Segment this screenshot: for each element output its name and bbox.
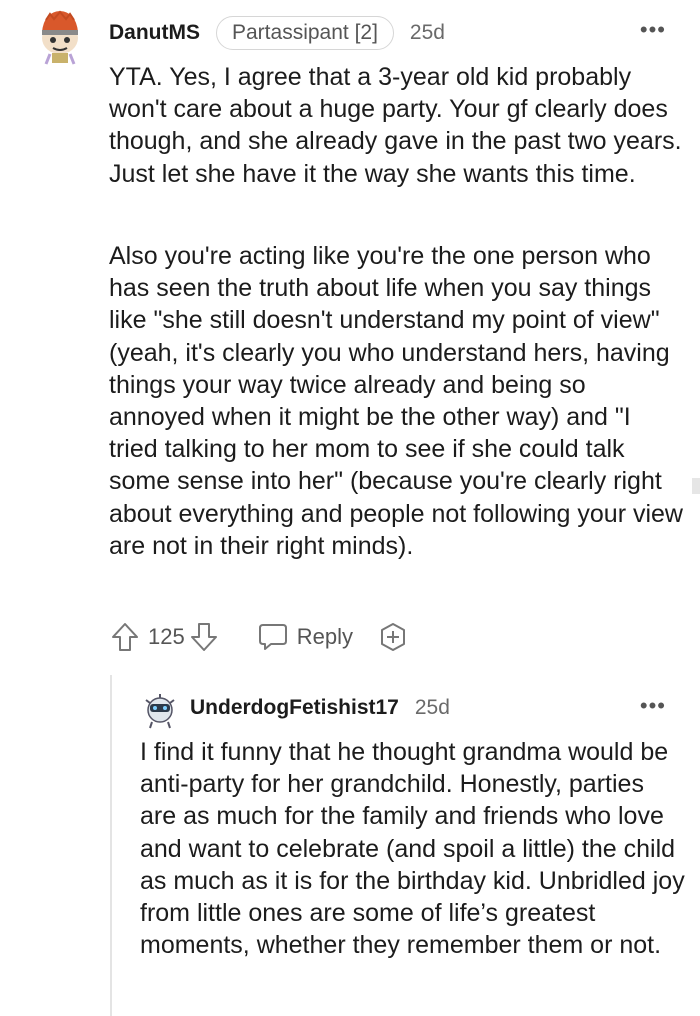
reply-button[interactable]: Reply (257, 622, 353, 652)
reply-header: UnderdogFetishist17 25d (190, 692, 450, 724)
reply-age: 25d (414, 696, 450, 719)
user-flair: Partassipant [2] (216, 16, 394, 50)
reply-text: I find it funny that he thought grandma … (140, 738, 685, 960)
reply-label: Reply (296, 624, 353, 649)
award-plus-icon (380, 623, 405, 651)
thread-line[interactable] (110, 675, 112, 1016)
reply-user-avatar[interactable] (140, 690, 180, 730)
comment-actions: 125 Reply (108, 617, 409, 657)
arrow-down-icon[interactable] (187, 619, 221, 655)
vote-score: 125 (148, 624, 185, 649)
reply-username[interactable]: UnderdogFetishist17 (190, 696, 399, 720)
comment-age: 25d (409, 21, 445, 44)
user-avatar[interactable] (36, 6, 84, 66)
arrow-up-icon[interactable] (108, 619, 142, 655)
more-options-icon[interactable]: ••• (640, 19, 666, 41)
scroll-indicator (692, 478, 700, 494)
comment-paragraph: YTA. Yes, I agree that a 3-year old kid … (109, 63, 682, 188)
comment-header: DanutMS Partassipant [2] 25d (109, 15, 445, 51)
speech-bubble-icon (258, 624, 287, 650)
snoo-robot-avatar-icon (145, 694, 175, 729)
username[interactable]: DanutMS (109, 21, 200, 45)
comment-paragraph: Also you're acting like you're the one p… (109, 242, 683, 560)
snoo-avatar-icon (42, 10, 78, 65)
reply-more-options-icon[interactable]: ••• (640, 695, 666, 717)
award-button[interactable] (377, 621, 409, 653)
